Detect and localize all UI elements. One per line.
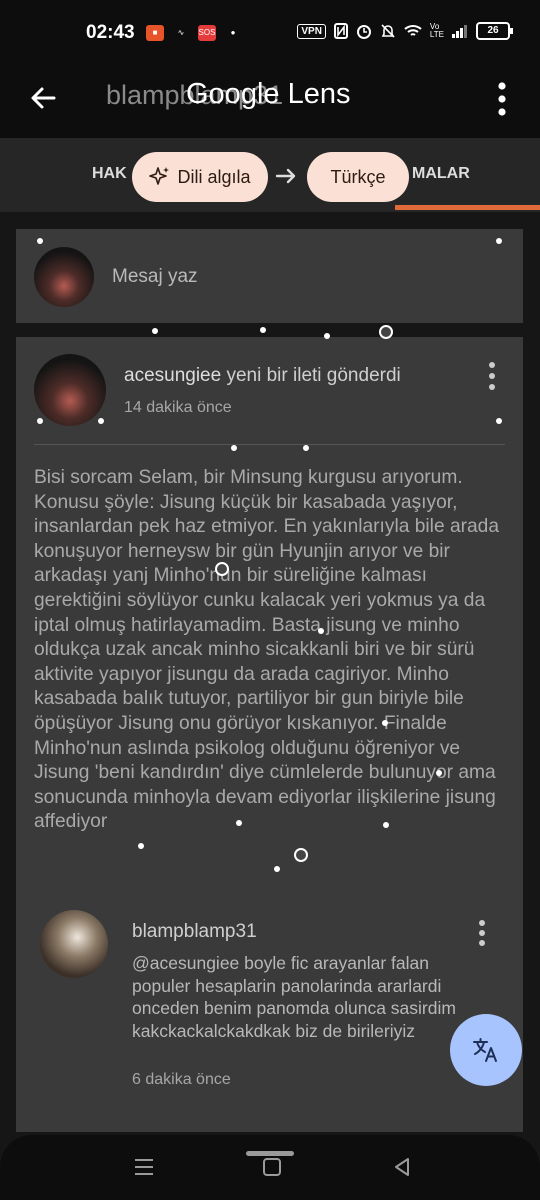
app-title: Google Lens <box>186 78 351 110</box>
post-header: acesungiee yeni bir ileti gönderdi <box>124 365 401 387</box>
lens-dot <box>496 238 502 244</box>
lens-dot <box>324 333 330 339</box>
lens-dot <box>152 328 158 334</box>
lens-dot <box>138 843 144 849</box>
divider <box>34 444 505 445</box>
back-icon[interactable] <box>390 1155 414 1179</box>
detect-language-chip[interactable]: Dili algıla <box>132 152 268 202</box>
tab-left[interactable]: HAK <box>92 165 127 183</box>
more-vert-icon[interactable] <box>492 82 512 116</box>
reply-time: 6 dakika önce <box>132 1071 231 1088</box>
detect-language-label: Dili algıla <box>177 166 251 187</box>
post-body: Bisi sorcam Selam, bir Minsung kurgusu a… <box>34 467 500 833</box>
lens-dot <box>436 770 442 776</box>
lens-dot <box>379 325 393 339</box>
alarm-icon <box>356 25 371 39</box>
app-notification-icon: ■ <box>146 25 164 41</box>
lens-dot <box>496 418 502 424</box>
vpn-badge: VPN <box>297 23 326 39</box>
lens-dot <box>382 720 388 726</box>
sos-icon: SOS <box>198 25 216 41</box>
target-language-chip[interactable]: Türkçe <box>307 152 409 202</box>
app-bar: blampblamp31 Google Lens <box>0 64 540 138</box>
nfc-icon <box>333 23 348 39</box>
status-bar: 02:43 ■ ∿ SOS ● VPN Vo LTE 26 <box>0 0 540 64</box>
post-author-avatar[interactable] <box>34 354 106 426</box>
translate-icon <box>473 1038 497 1062</box>
reply-more-icon[interactable] <box>475 919 489 947</box>
post-time: 14 dakika önce <box>124 399 232 416</box>
avatar <box>34 247 94 307</box>
lens-dot <box>260 327 266 333</box>
post-action: yeni bir ileti gönderdi <box>226 365 401 386</box>
post-more-icon[interactable] <box>485 361 499 391</box>
signal-icon <box>452 25 467 38</box>
recents-icon[interactable] <box>132 1155 156 1179</box>
sparkle-icon <box>149 167 170 185</box>
system-nav-bar <box>0 1135 540 1200</box>
reply-author-avatar[interactable] <box>40 910 108 978</box>
lens-dot <box>231 445 237 451</box>
lens-dot <box>294 848 308 862</box>
translate-fab[interactable] <box>450 1014 522 1086</box>
reply-text: @acesungiee boyle fic arayanlar falan po… <box>132 953 456 1041</box>
compose-card[interactable]: Mesaj yaz <box>16 229 523 323</box>
lens-dot <box>215 562 229 576</box>
arrow-right-icon <box>275 168 296 184</box>
status-time: 02:43 <box>86 22 135 43</box>
tab-strip: HAK MALAR <box>0 138 540 212</box>
tab-right[interactable]: MALAR <box>412 165 470 183</box>
lens-dot <box>236 820 242 826</box>
target-language-label: Türkçe <box>330 166 386 187</box>
post-card: acesungiee yeni bir ileti gönderdi 14 da… <box>16 337 523 1132</box>
wifi-icon <box>404 25 422 36</box>
reply-author[interactable]: blampblamp31 <box>132 921 257 943</box>
post-author[interactable]: acesungiee <box>124 365 221 386</box>
lens-dot <box>303 445 309 451</box>
lens-dot <box>98 418 104 424</box>
lens-dot <box>37 418 43 424</box>
lens-dot <box>274 866 280 872</box>
title-area: blampblamp31 Google Lens <box>106 78 406 118</box>
message-input[interactable]: Mesaj yaz <box>112 266 198 288</box>
lens-dot <box>37 238 43 244</box>
home-icon[interactable] <box>260 1155 284 1179</box>
battery-icon: 26 <box>476 22 513 40</box>
lens-dot <box>318 628 324 634</box>
lens-dot <box>383 822 389 828</box>
tab-indicator <box>395 205 540 210</box>
gesture-handle[interactable] <box>246 1151 294 1156</box>
pulse-icon: ∿ <box>177 28 185 37</box>
volte-icon: Vo LTE <box>429 22 444 39</box>
mute-icon <box>381 24 395 38</box>
back-arrow-icon[interactable] <box>24 78 64 118</box>
dot-icon: ● <box>230 28 236 37</box>
